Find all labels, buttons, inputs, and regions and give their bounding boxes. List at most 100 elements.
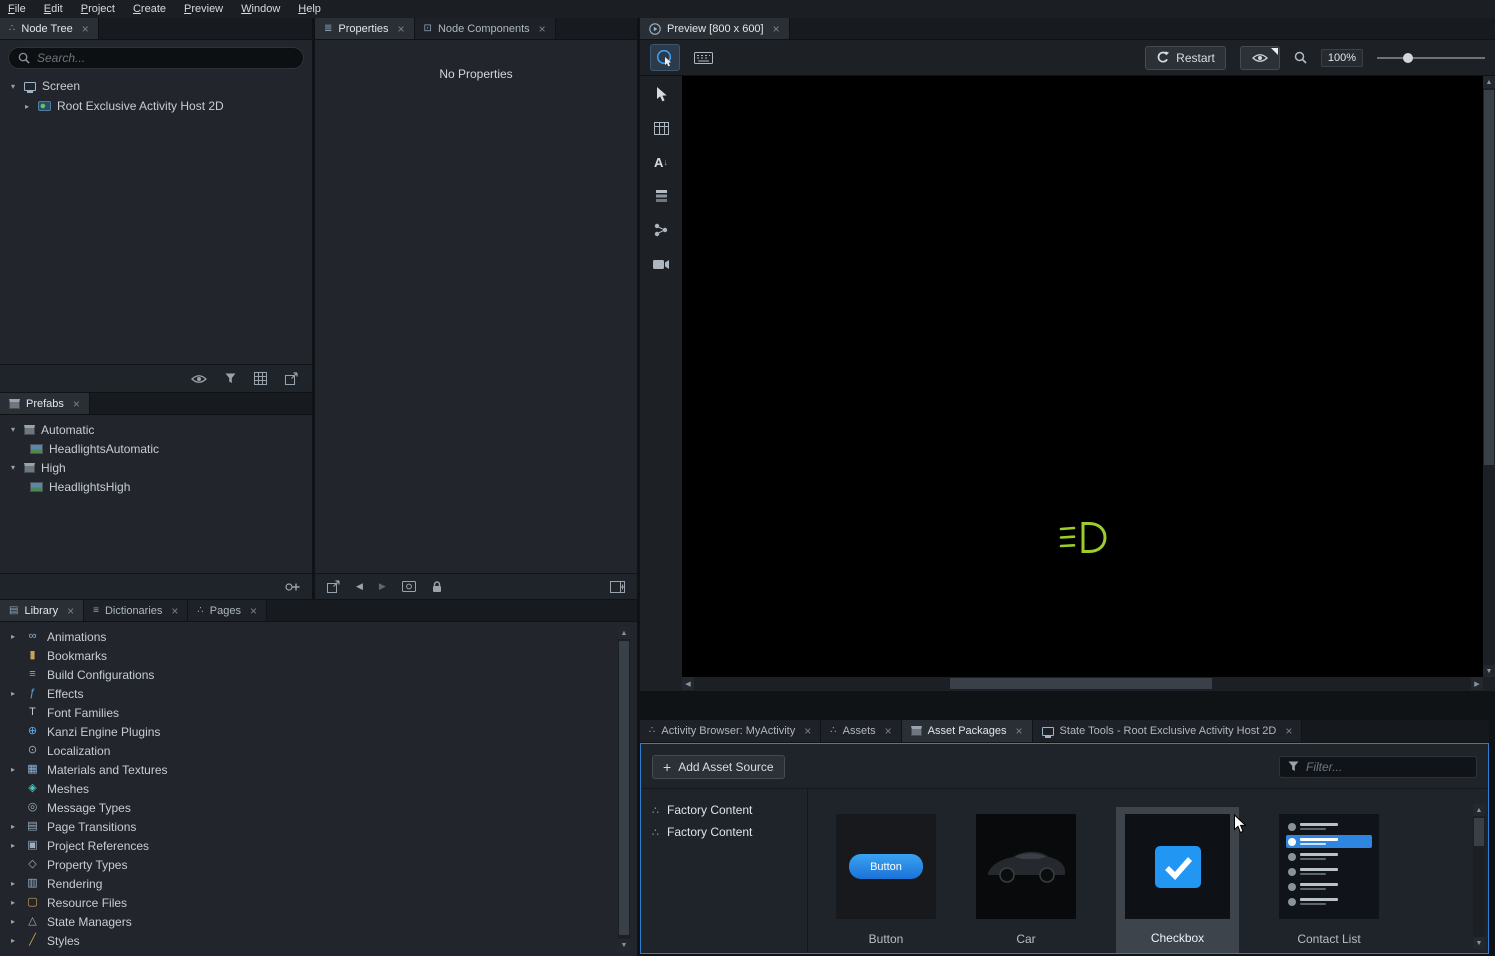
library-item-message-types[interactable]: ◎ Message Types [0,798,637,817]
menu-file[interactable]: File [8,3,26,15]
library-item-rendering[interactable]: ▸ ▥ Rendering [0,874,637,893]
scrollbar-thumb[interactable] [950,678,1212,689]
expand-arrow-icon[interactable]: ▸ [8,632,18,641]
tab-library[interactable]: ▤ Library × [0,600,84,621]
collapse-arrow-icon[interactable]: ▾ [8,82,18,91]
restart-button[interactable]: Restart [1145,46,1226,70]
visibility-eye-icon[interactable] [191,374,207,384]
expand-arrow-icon[interactable]: ▸ [8,689,18,698]
scroll-up-button[interactable]: ▲ [618,627,630,639]
close-icon[interactable]: × [804,725,811,737]
search-input[interactable] [37,51,294,65]
tab-properties[interactable]: ≣ Properties × [315,18,415,39]
close-icon[interactable]: × [171,605,178,617]
prefab-item-automatic[interactable]: ▾ Automatic [0,420,312,439]
add-prefab-icon[interactable] [285,581,300,593]
close-icon[interactable]: × [82,23,89,35]
close-icon[interactable]: × [1285,725,1292,737]
asset-source-factory-content-2[interactable]: ∴ Factory Content [642,821,807,843]
expand-arrow-icon[interactable]: ▸ [8,841,18,850]
menu-edit[interactable]: Edit [44,3,63,15]
preview-canvas[interactable] [682,76,1483,677]
select-tool-button[interactable] [648,84,674,104]
expand-arrow-icon[interactable]: ▸ [8,917,18,926]
scroll-up-button[interactable]: ▲ [1473,804,1485,816]
tab-dictionaries[interactable]: ≡ Dictionaries × [84,600,188,621]
scroll-down-button[interactable]: ▼ [618,939,630,951]
add-panel-icon[interactable] [610,581,625,593]
close-icon[interactable]: × [773,23,780,35]
library-item-animations[interactable]: ▸ ∞ Animations [0,627,637,646]
tree-item-root-activity-host[interactable]: ▸ Root Exclusive Activity Host 2D [0,96,312,116]
menu-preview[interactable]: Preview [184,3,223,15]
close-icon[interactable]: × [398,23,405,35]
zoom-slider-thumb[interactable] [1403,53,1413,63]
expand-arrow-icon[interactable]: ▸ [8,879,18,888]
filter-icon[interactable] [225,373,236,384]
menu-help[interactable]: Help [298,3,321,15]
scrollbar-thumb[interactable] [1484,90,1494,465]
menu-create[interactable]: Create [133,3,166,15]
tab-node-components[interactable]: ⊡ Node Components × [415,18,556,39]
library-item-materials-and-textures[interactable]: ▸ ▦ Materials and Textures [0,760,637,779]
add-asset-source-button[interactable]: + Add Asset Source [652,755,785,779]
close-icon[interactable]: × [250,605,257,617]
prefab-item-high[interactable]: ▾ High [0,458,312,477]
interact-tool-button[interactable] [650,44,680,71]
back-arrow-icon[interactable]: ◀ [356,581,363,592]
menu-project[interactable]: Project [81,3,115,15]
assets-scrollbar[interactable]: ▲ ▼ [1473,804,1485,949]
tab-pages[interactable]: ∴ Pages × [188,600,267,621]
tab-assets[interactable]: ∴ Assets × [821,720,901,742]
library-item-font-families[interactable]: T Font Families [0,703,637,722]
camera-tool-button[interactable] [648,254,674,274]
prefab-item-headlights-high[interactable]: HeadlightsHigh [0,477,312,496]
library-item-build-configurations[interactable]: ≡ Build Configurations [0,665,637,684]
tab-asset-packages[interactable]: Asset Packages × [902,720,1033,742]
library-item-styles[interactable]: ▸ ╱ Styles [0,931,637,950]
asset-card-contact-list[interactable]: Contact List [1279,814,1379,946]
expand-arrow-icon[interactable]: ▸ [8,898,18,907]
library-item-project-references[interactable]: ▸ ▣ Project References [0,836,637,855]
expand-arrow-icon[interactable]: ▸ [8,936,18,945]
library-item-bookmarks[interactable]: ▮ Bookmarks [0,646,637,665]
close-icon[interactable]: × [73,398,80,410]
asset-card-button[interactable]: Button Button [836,814,936,946]
asset-card-checkbox-selected[interactable]: Checkbox [1116,807,1239,953]
connections-tool-button[interactable] [648,220,674,240]
grid-tool-button[interactable] [648,118,674,138]
preview-visibility-button[interactable] [1240,46,1280,70]
scrollbar-thumb[interactable] [619,641,629,935]
isolate-node-icon[interactable] [285,372,298,385]
library-item-meshes[interactable]: ◈ Meshes [0,779,637,798]
library-item-resource-files[interactable]: ▸ ▢ Resource Files [0,893,637,912]
close-icon[interactable]: × [67,605,74,617]
lock-icon[interactable] [432,581,442,593]
expand-arrow-icon[interactable]: ▸ [22,102,32,111]
expand-arrow-icon[interactable]: ▸ [8,765,18,774]
asset-source-factory-content-1[interactable]: ∴ Factory Content [642,799,807,821]
scroll-right-button[interactable]: ▶ [1471,677,1483,690]
collapse-arrow-icon[interactable]: ▾ [8,425,18,434]
grid-view-icon[interactable] [254,372,267,385]
preview-vertical-scrollbar[interactable]: ▲ ▼ [1483,76,1495,677]
text-tool-button[interactable]: A ↓ [648,152,674,172]
layers-tool-button[interactable] [648,186,674,206]
zoom-slider[interactable] [1377,50,1485,66]
scroll-down-button[interactable]: ▼ [1483,665,1495,677]
collapse-arrow-icon[interactable]: ▾ [8,463,18,472]
scrollbar-thumb[interactable] [1474,818,1484,846]
close-icon[interactable]: × [885,725,892,737]
virtual-keyboard-button[interactable] [688,44,718,71]
tab-node-tree[interactable]: ∴ Node Tree × [0,18,99,39]
menu-window[interactable]: Window [241,3,280,15]
library-item-page-transitions[interactable]: ▸ ▤ Page Transitions [0,817,637,836]
prefab-item-headlights-automatic[interactable]: HeadlightsAutomatic [0,439,312,458]
scroll-left-button[interactable]: ◀ [682,677,694,690]
expand-arrow-icon[interactable]: ▸ [8,822,18,831]
tab-state-tools[interactable]: State Tools - Root Exclusive Activity Ho… [1033,720,1303,742]
library-item-kanzi-engine-plugins[interactable]: ⊕ Kanzi Engine Plugins [0,722,637,741]
library-item-property-types[interactable]: ◇ Property Types [0,855,637,874]
library-item-localization[interactable]: ⊙ Localization [0,741,637,760]
library-item-state-managers[interactable]: ▸ △ State Managers [0,912,637,931]
